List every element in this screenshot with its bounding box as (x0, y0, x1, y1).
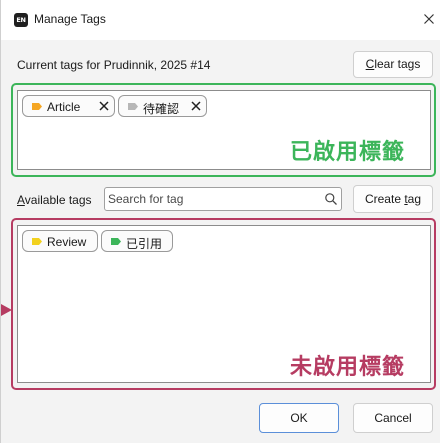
tag-label: Article (47, 100, 81, 114)
tag-icon (128, 103, 138, 110)
search-input[interactable] (108, 190, 308, 208)
current-tags-label: Current tags for Prudinnik, 2025 #14 (17, 58, 211, 72)
tag-icon (111, 238, 121, 245)
title-bar: EN Manage Tags (1, 0, 440, 40)
close-icon[interactable] (421, 11, 437, 27)
window-title: Manage Tags (34, 12, 106, 26)
tag-label: 待確認 (143, 102, 180, 116)
tag-chip-to-confirm[interactable]: 待確認 (118, 95, 207, 117)
tag-label: Review (47, 235, 87, 249)
search-box[interactable] (104, 187, 342, 211)
manage-tags-dialog: EN Manage Tags Current tags for Prudinni… (0, 0, 440, 443)
tag-chip-cited[interactable]: 已引用 (101, 230, 173, 252)
tag-chip-review[interactable]: Review (22, 230, 98, 252)
inactive-tags-annotation: 未啟用標籤 (290, 355, 406, 380)
available-tags-label: Available tags (17, 193, 92, 207)
app-icon: EN (14, 13, 28, 27)
create-tag-button[interactable]: Create tag (353, 185, 433, 213)
tag-icon (32, 238, 42, 245)
remove-tag-icon[interactable] (99, 101, 109, 111)
clear-tags-button[interactable]: Clear tags (353, 51, 433, 78)
active-tags-annotation: 已啟用標籤 (290, 140, 406, 165)
arrow-right-icon (1, 304, 12, 316)
tag-chip-article[interactable]: Article (22, 95, 115, 117)
search-icon[interactable] (324, 192, 338, 206)
tag-icon (32, 103, 42, 110)
cancel-button[interactable]: Cancel (353, 403, 433, 433)
remove-tag-icon[interactable] (191, 101, 201, 111)
tag-label: 已引用 (126, 237, 163, 251)
ok-button[interactable]: OK (259, 403, 339, 433)
